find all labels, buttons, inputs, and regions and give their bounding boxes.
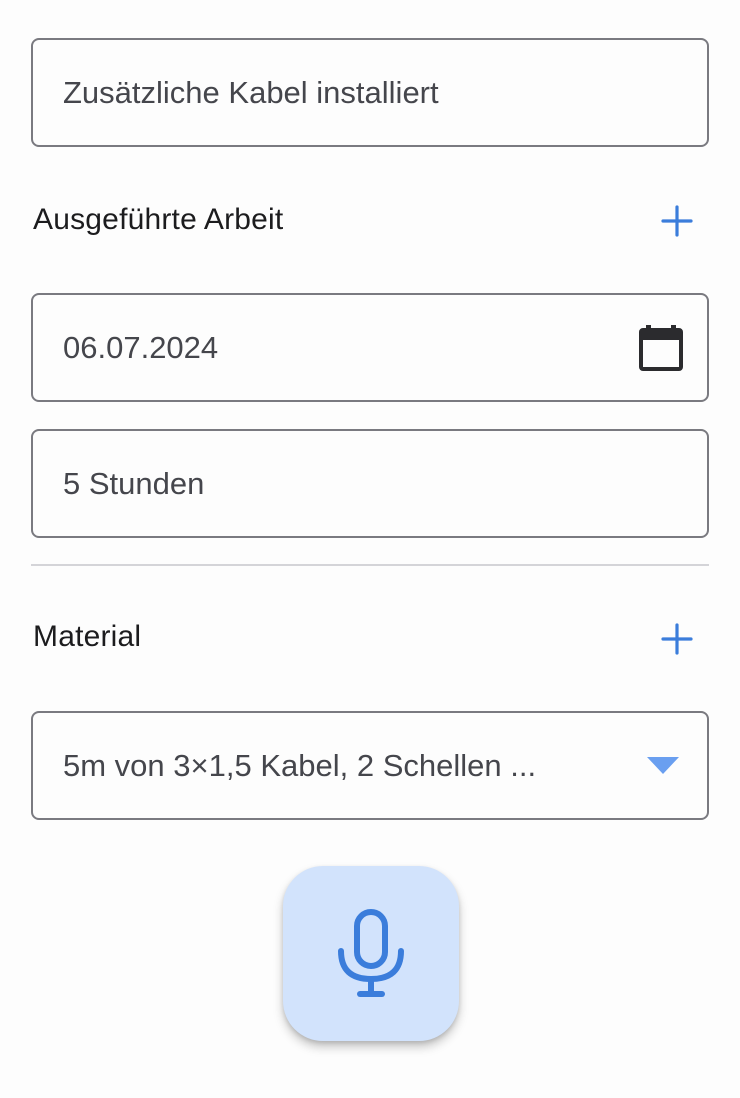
plus-icon xyxy=(661,205,693,237)
description-field[interactable]: Zusätzliche Kabel installiert xyxy=(31,38,709,147)
material-section-title: Material xyxy=(33,620,142,653)
add-work-button[interactable] xyxy=(652,196,702,246)
hours-field-value: 5 Stunden xyxy=(63,465,205,501)
microphone-icon xyxy=(338,908,404,997)
microphone-button[interactable] xyxy=(283,866,459,1041)
dropdown-arrow-icon[interactable] xyxy=(647,756,679,775)
date-field-value: 06.07.2024 xyxy=(63,329,219,365)
plus-icon xyxy=(661,623,693,655)
calendar-icon[interactable] xyxy=(639,324,683,371)
section-divider xyxy=(31,564,709,566)
hours-field[interactable]: 5 Stunden xyxy=(31,429,709,538)
description-field-value: Zusätzliche Kabel installiert xyxy=(63,74,439,110)
add-material-button[interactable] xyxy=(652,614,702,664)
material-select[interactable]: 5m von 3×1,5 Kabel, 2 Schellen ... xyxy=(31,711,709,820)
work-section-title: Ausgeführte Arbeit xyxy=(33,203,284,236)
material-select-value: 5m von 3×1,5 Kabel, 2 Schellen ... xyxy=(63,747,537,783)
date-field[interactable]: 06.07.2024 xyxy=(31,293,709,402)
